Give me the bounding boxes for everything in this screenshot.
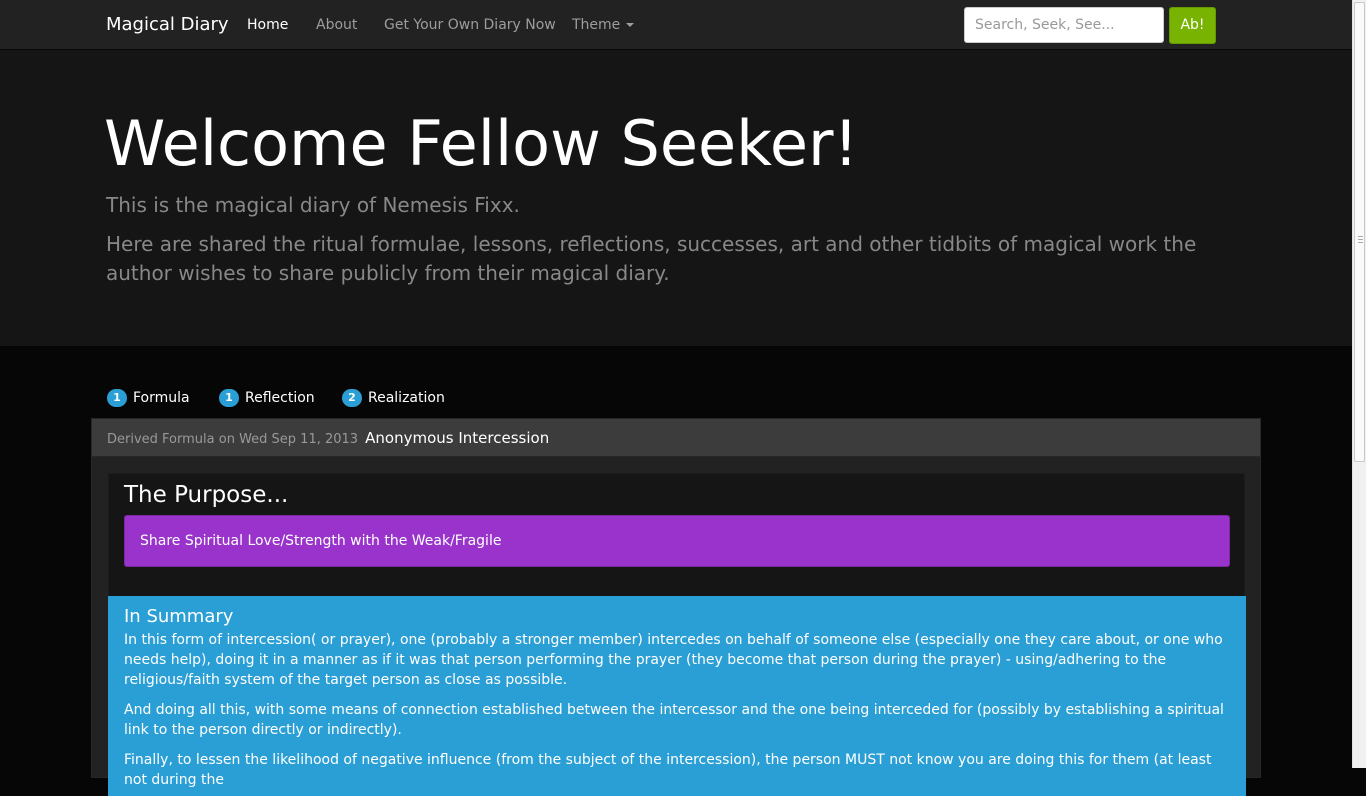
tab-label: Reflection (245, 390, 315, 406)
entry-panel: Derived Formula on Wed Sep 11, 2013 Anon… (91, 418, 1261, 796)
tab-label: Realization (368, 390, 445, 406)
summary-paragraph: In this form of intercession( or prayer)… (124, 632, 1223, 688)
search-button[interactable]: Ab! (1169, 7, 1216, 44)
jumbotron: Welcome Fellow Seeker! This is the magic… (0, 50, 1352, 346)
tab-reflection[interactable]: 1 Reflection (219, 389, 315, 407)
navbar: Magical Diary Home About Get Your Own Di… (0, 0, 1352, 50)
grip-line (1358, 239, 1363, 240)
entry-meta: Derived Formula on Wed Sep 11, 2013 (107, 432, 359, 447)
nav-about[interactable]: About (316, 17, 357, 33)
count-badge: 1 (107, 389, 127, 407)
lead-text-1: This is the magical diary of Nemesis Fix… (106, 193, 520, 217)
nav-get-diary[interactable]: Get Your Own Diary Now (384, 17, 556, 33)
entry-heading: Derived Formula on Wed Sep 11, 2013 Anon… (92, 419, 1260, 457)
caret-down-icon (626, 23, 635, 27)
nav-home[interactable]: Home (247, 17, 288, 33)
summary-paragraph: Finally, to lessen the likelihood of neg… (124, 752, 1212, 788)
count-badge: 2 (342, 389, 362, 407)
scrollbar-thumb[interactable] (1354, 2, 1365, 462)
summary-heading: In Summary (124, 606, 234, 627)
nav-theme-dropdown[interactable]: Theme (572, 17, 635, 33)
purpose-heading: The Purpose... (124, 482, 289, 508)
nav-theme-label: Theme (572, 17, 621, 33)
purpose-well: The Purpose... Share Spiritual Love/Stre… (108, 473, 1245, 603)
lead-text-2: Here are shared the ritual formulae, les… (106, 232, 1197, 285)
search-input[interactable] (964, 7, 1164, 43)
grip-line (1358, 242, 1363, 243)
grip-line (1358, 236, 1363, 237)
tab-formula[interactable]: 1 Formula (107, 389, 190, 407)
brand-link[interactable]: Magical Diary (106, 14, 229, 35)
summary-paragraph: And doing all this, with some means of c… (124, 702, 1224, 738)
tab-realization[interactable]: 2 Realization (342, 389, 445, 407)
purpose-text: Share Spiritual Love/Strength with the W… (124, 515, 1230, 567)
summary-box: In Summary In this form of intercession(… (108, 596, 1246, 796)
page-scrollbar[interactable] (1352, 0, 1366, 768)
page-title: Welcome Fellow Seeker! (104, 107, 859, 180)
entry-title-link[interactable]: Anonymous Intercession (365, 429, 549, 447)
count-badge: 1 (219, 389, 239, 407)
tab-label: Formula (133, 390, 190, 406)
